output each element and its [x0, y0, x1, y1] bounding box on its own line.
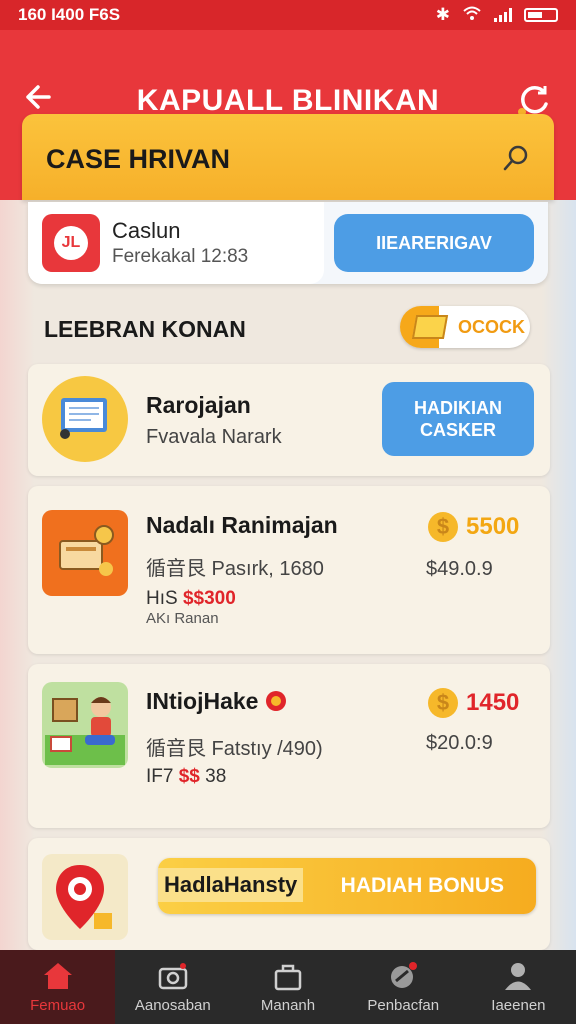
- cash-action-button[interactable]: IIEARERIGAV: [334, 214, 534, 272]
- profile-icon: [505, 962, 532, 990]
- task-reward: $ 5500: [428, 512, 519, 542]
- nav-label: Penbacfan: [367, 996, 440, 1014]
- bag-icon: [274, 964, 302, 990]
- cash-logo-icon: JL: [42, 214, 100, 272]
- task-points-value: $$: [178, 766, 200, 787]
- badge-icon: [265, 691, 286, 711]
- bonus-left-label: HadlaHansty: [158, 868, 304, 902]
- bonus-right-label: HADIAH BONUS: [340, 874, 504, 897]
- task-document-icon: [42, 376, 128, 462]
- task-points-suffix: 38: [205, 766, 227, 787]
- task-subtitle: Fvavala Narark: [146, 426, 282, 448]
- coin-pill-label: OCOCK: [458, 316, 525, 337]
- battery-icon: [524, 8, 558, 22]
- task-card[interactable]: INtiojHake 循音艮 Fatstıy /490) ІF7 $$ 38 $…: [28, 664, 550, 828]
- nav-label: Aanosaban: [134, 996, 211, 1014]
- task-card[interactable]: Rarojajan Fvavala Narark HADIKIAN CASKER: [28, 364, 550, 476]
- task-title: Rarojajan: [146, 392, 251, 418]
- task-title: Nadalı Ranimajan: [146, 512, 338, 538]
- task-title: INtiojHake: [146, 688, 287, 715]
- task-note: AKı Ranan: [146, 610, 219, 627]
- task-title-text: INtiojHake: [146, 688, 259, 714]
- task-detail: 循音艮 Fatstıy /490): [146, 738, 323, 760]
- wifi-icon: [462, 5, 482, 26]
- cash-card: JL Caslun Ferekakal 12:83 IIEARERIGAV: [28, 202, 548, 284]
- coin-icon: [411, 315, 449, 339]
- task-card[interactable]: Nadalı Ranimajan 循音艮 Pasırk, 1680 HıS $$…: [28, 486, 550, 654]
- daily-title: CASE HRIVAN: [46, 144, 231, 174]
- task-detail: 循音艮 Pasırk, 1680: [146, 558, 324, 580]
- search-icon: [503, 145, 528, 171]
- tag-icon: [391, 961, 418, 988]
- status-time-text: 160 I400: [18, 5, 85, 24]
- task-points-value: $$300: [182, 588, 236, 609]
- nav-item-camera[interactable]: Aanosaban: [115, 950, 230, 1024]
- refresh-icon: [518, 85, 548, 116]
- task-price: $20.0:9: [426, 732, 493, 754]
- task-points-prefix: ІF7: [146, 766, 174, 787]
- cash-info: JL Caslun Ferekakal 12:83: [28, 202, 324, 284]
- nav-label: Iaeenen: [491, 996, 546, 1014]
- nav-item-tag[interactable]: Penbacfan: [346, 950, 461, 1024]
- map-pin-icon: [42, 854, 128, 940]
- task-reward-value: 1450: [466, 689, 520, 716]
- status-bar: 160 I400 F6S ✱: [0, 0, 576, 30]
- bottom-nav: Femuao Aanosaban Mananh Penbacfan Iaeene…: [0, 950, 576, 1024]
- signal-icon: [494, 8, 512, 22]
- daily-banner: CASE HRIVAN: [22, 114, 554, 200]
- bonus-button[interactable]: HadlaHansty HADIAH BONUS: [158, 858, 536, 914]
- task-points: HıS $$300: [146, 588, 236, 610]
- task-claim-button[interactable]: HADIKIAN CASKER: [382, 382, 534, 456]
- cash-subtitle: Ferekakal 12:83: [112, 246, 249, 267]
- dollar-coin-icon: $: [428, 688, 458, 718]
- page-title: KAPUALL BLINIKAN: [136, 84, 440, 117]
- task-price: $49.0.9: [426, 558, 493, 580]
- task-points-prefix: HıS: [146, 588, 178, 609]
- nav-label: Mananh: [260, 996, 316, 1014]
- nav-label: Femuao: [30, 996, 86, 1014]
- nav-item-home[interactable]: Femuao: [0, 950, 116, 1024]
- bluetooth-icon: ✱: [435, 5, 450, 24]
- camera-icon: [158, 962, 188, 989]
- section-title: LEEBRAN KONAN: [44, 316, 246, 342]
- status-extra-text: F6S: [88, 5, 121, 24]
- coin-pill-button[interactable]: OCOCK: [400, 306, 530, 348]
- task-character-icon: [42, 682, 128, 768]
- status-icons: ✱: [436, 5, 558, 26]
- dollar-coin-icon: $: [428, 512, 458, 542]
- task-money-icon: [42, 510, 128, 596]
- task-reward: $ 1450: [428, 688, 519, 718]
- refresh-button[interactable]: [516, 82, 552, 118]
- cash-name: Caslun: [112, 218, 181, 243]
- task-points: ІF7 $$ 38: [146, 766, 226, 788]
- nav-item-profile[interactable]: Iaeenen: [461, 950, 576, 1024]
- home-icon: [43, 962, 72, 989]
- status-time: 160 I400 F6S: [18, 5, 120, 25]
- task-reward-value: 5500: [466, 513, 520, 540]
- nav-item-bag[interactable]: Mananh: [230, 950, 345, 1024]
- search-button[interactable]: [500, 142, 532, 174]
